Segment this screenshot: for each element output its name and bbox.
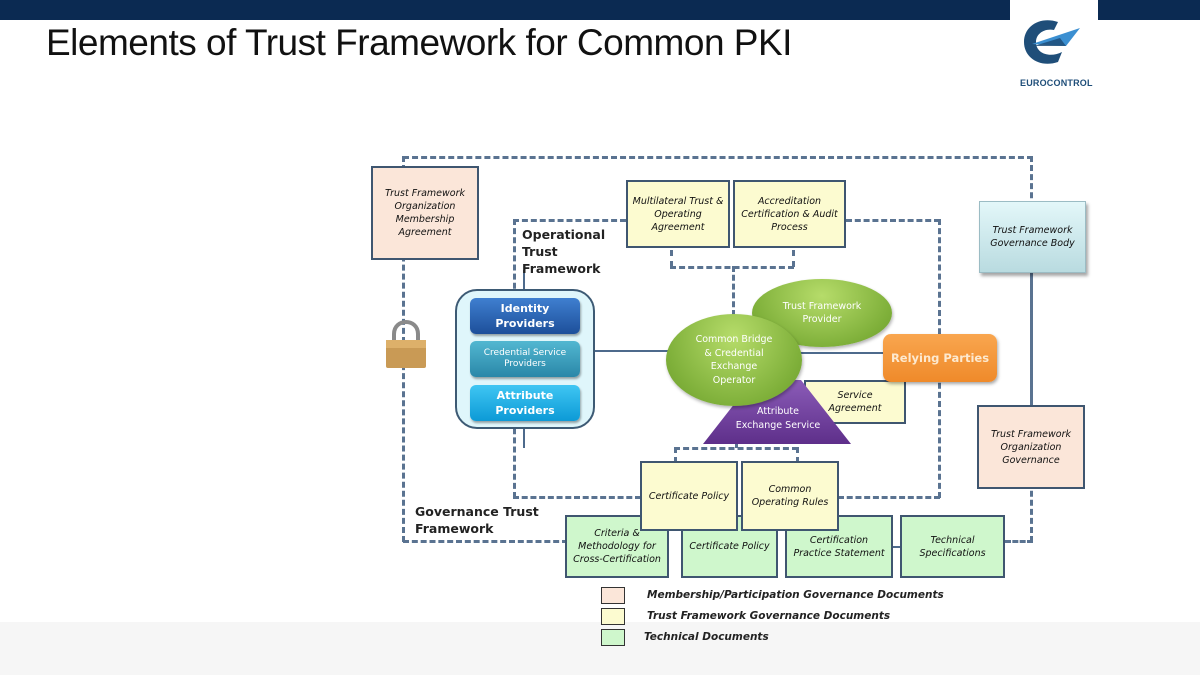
group-bottom-connector xyxy=(523,428,525,448)
operational-frame-label: Operational Trust Framework xyxy=(522,227,606,276)
accreditation-box: Accreditation Certification & Audit Proc… xyxy=(733,180,846,248)
operational-frame-bottom-right xyxy=(838,496,940,499)
governance-body-connector xyxy=(1030,270,1033,410)
agreement-to-bridge-connector xyxy=(732,266,735,316)
governance-body-box: Trust Framework Governance Body xyxy=(979,201,1086,273)
legend-label-trust-framework: Trust Framework Governance Documents xyxy=(647,610,891,622)
legend-swatch-membership xyxy=(601,587,625,604)
common-operating-rules-box: Common Operating Rules xyxy=(741,461,839,531)
credential-service-providers: Credential Service Providers xyxy=(470,341,580,377)
organization-governance-box: Trust Framework Organization Governance xyxy=(977,405,1085,489)
slide-title: Elements of Trust Framework for Common P… xyxy=(46,22,792,63)
common-bridge-operator: Common Bridge & Credential Exchange Oper… xyxy=(666,314,802,406)
footer-band xyxy=(0,622,1200,675)
membership-agreement-box: Trust Framework Organization Membership … xyxy=(371,166,479,260)
bridge-to-relying-connector xyxy=(800,352,885,354)
operational-frame-top-left xyxy=(513,219,626,222)
governance-frame-bottom-right xyxy=(1005,540,1033,543)
padlock-icon xyxy=(386,320,426,368)
agreement-bracket-left xyxy=(670,250,673,267)
relying-parties: Relying Parties xyxy=(883,334,997,382)
identity-providers: Identity Providers xyxy=(470,298,580,334)
logo-text: EUROCONTROL xyxy=(1020,78,1093,88)
operational-frame-bottom xyxy=(513,496,641,499)
governance-frame-bottom xyxy=(403,540,568,543)
governance-frame-top xyxy=(403,156,1033,159)
logo-area xyxy=(1010,0,1098,110)
governance-frame-label: Governance Trust Framework xyxy=(415,504,539,536)
attribute-providers: Attribute Providers xyxy=(470,385,580,421)
certificate-policy-top-box: Certificate Policy xyxy=(640,461,738,531)
legend-swatch-trust-framework xyxy=(601,608,625,625)
operational-frame-top-right xyxy=(846,219,940,222)
multilateral-agreement-box: Multilateral Trust & Operating Agreement xyxy=(626,180,730,248)
legend-swatch-technical xyxy=(601,629,625,646)
legend-label-technical: Technical Documents xyxy=(644,631,769,643)
technical-specifications-box: Technical Specifications xyxy=(900,515,1005,578)
eurocontrol-logo-icon xyxy=(1024,20,1080,64)
attribute-exchange-service-label: Attribute Exchange Service xyxy=(735,406,821,431)
legend-label-membership: Membership/Participation Governance Docu… xyxy=(647,589,944,601)
agreement-bracket-right xyxy=(792,250,795,267)
